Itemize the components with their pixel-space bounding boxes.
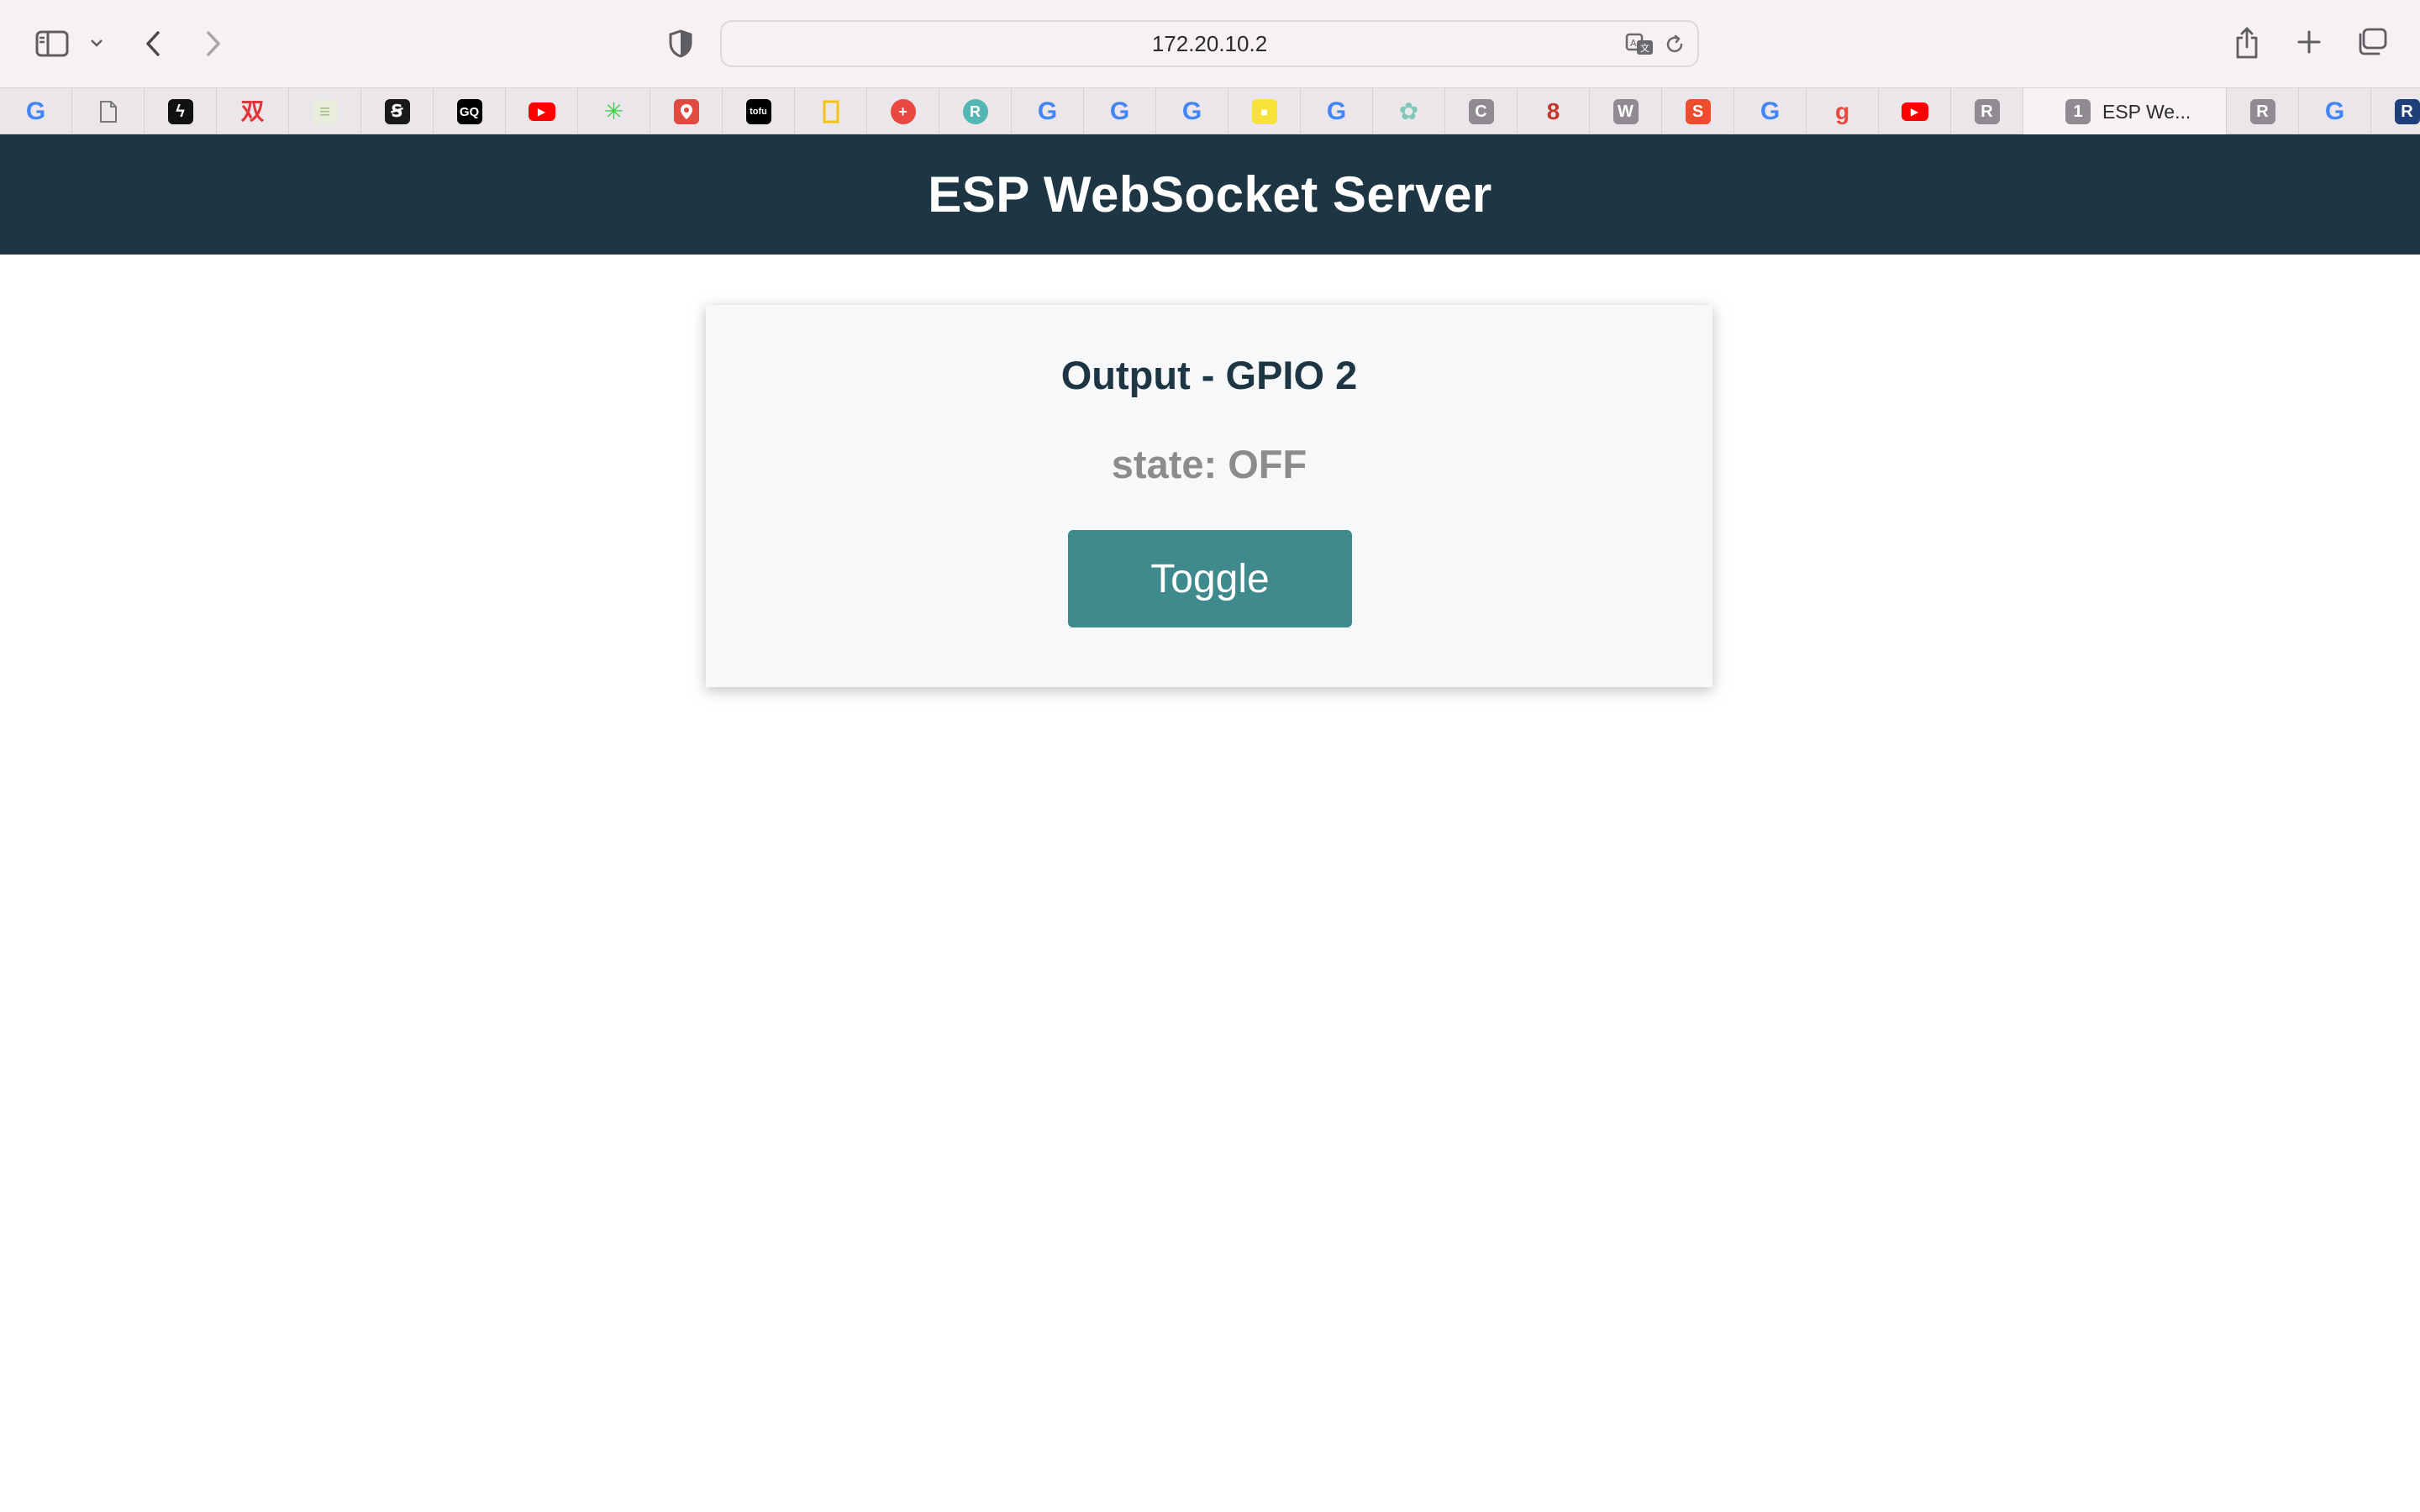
- spiral-logo-icon: Ꞩ: [384, 99, 410, 124]
- tab-google[interactable]: G: [1301, 88, 1373, 135]
- tab-bar: Gϟ 双 ≡ Ꞩ GQ ▶ ✳ tofu + R G G G ■ G ✿ C 8 W S Gg ▶ R 1 ESP We... R…: [0, 87, 2420, 135]
- news-page-icon: ≡: [312, 99, 338, 124]
- chevron-down-icon[interactable]: [86, 30, 108, 55]
- map-pin-icon: [673, 99, 699, 124]
- svg-text:文: 文: [1640, 42, 1649, 54]
- tab-gq[interactable]: GQ: [434, 88, 506, 135]
- g-script-icon: g: [1834, 98, 1850, 124]
- toggle-button[interactable]: Toggle: [1068, 530, 1352, 627]
- tab-double-happiness[interactable]: 双: [217, 88, 289, 135]
- tab-google[interactable]: G: [1084, 88, 1156, 135]
- share-icon[interactable]: [2230, 24, 2264, 62]
- document-icon: [96, 99, 121, 124]
- tab-r-letter[interactable]: R: [1951, 88, 2023, 135]
- gq-icon: GQ: [456, 99, 482, 124]
- tab-spiral-logo[interactable]: Ꞩ: [361, 88, 434, 135]
- url-text: 172.20.10.2: [1151, 30, 1268, 56]
- new-tab-icon[interactable]: [2292, 25, 2326, 59]
- tab-google[interactable]: G: [1734, 88, 1807, 135]
- tab-youtube[interactable]: ▶: [1879, 88, 1951, 135]
- tab-openai[interactable]: ✿: [1373, 88, 1445, 135]
- tab-w-letter[interactable]: W: [1590, 88, 1662, 135]
- forward-icon[interactable]: [198, 25, 229, 62]
- page-title: ESP WebSocket Server: [928, 166, 1492, 223]
- asterisk-icon: ✳: [603, 98, 624, 124]
- gpio-card: Output - GPIO 2 state: OFF Toggle: [706, 305, 1712, 687]
- google-icon: G: [2324, 97, 2345, 125]
- card-title: Output - GPIO 2: [1060, 353, 1358, 397]
- site-header: ESP WebSocket Server: [0, 134, 2420, 255]
- svg-text:A: A: [1630, 38, 1637, 49]
- double-happiness-icon: 双: [240, 98, 265, 124]
- back-icon[interactable]: [138, 25, 168, 62]
- w-letter-icon: W: [1612, 99, 1639, 124]
- browser-toolbar: 172.20.10.2 A文: [0, 0, 2420, 87]
- tab-g-script[interactable]: g: [1807, 88, 1879, 135]
- tab-news-page[interactable]: ≡: [289, 88, 361, 135]
- active-tab-title: ESP We...: [2102, 100, 2191, 123]
- tab-yellow-frame[interactable]: [795, 88, 867, 135]
- reload-icon[interactable]: [1662, 32, 1687, 57]
- tab-document[interactable]: [72, 88, 145, 135]
- tofu-icon: tofu: [745, 99, 771, 124]
- google-icon: G: [1326, 97, 1347, 125]
- yellow-frame-icon: [818, 99, 844, 124]
- tab-google[interactable]: G: [1012, 88, 1084, 135]
- address-bar[interactable]: 172.20.10.2 A文: [720, 20, 1699, 67]
- tab-r-letter[interactable]: R: [2227, 88, 2299, 135]
- tab-teal-circle[interactable]: R: [939, 88, 1012, 135]
- yellow-square-icon: ■: [1251, 99, 1277, 124]
- lightning-app-icon: ϟ: [167, 99, 193, 124]
- youtube-icon: ▶: [1901, 102, 1928, 121]
- google-icon: G: [1037, 97, 1058, 125]
- tab-red-dot[interactable]: 8: [1518, 88, 1590, 135]
- tab-google[interactable]: G: [0, 88, 72, 135]
- tab-map-pin[interactable]: [650, 88, 723, 135]
- tab-yellow-square[interactable]: ■: [1228, 88, 1301, 135]
- tab-r-navy[interactable]: R: [2371, 88, 2420, 135]
- r-navy-icon: R: [2394, 99, 2420, 124]
- state-value: OFF: [1228, 442, 1307, 486]
- shopping-bag-icon: S: [1685, 99, 1711, 124]
- tab-active-esp-websocket[interactable]: 1 ESP We...: [2023, 88, 2227, 135]
- r-letter-icon: R: [1974, 99, 2000, 124]
- privacy-shield-icon[interactable]: [664, 27, 697, 60]
- c-letter-icon: C: [1468, 99, 1494, 124]
- red-dot-icon: 8: [1546, 98, 1560, 124]
- plus-circle-icon: +: [890, 99, 916, 124]
- r-letter-icon: R: [2249, 99, 2275, 124]
- google-icon: G: [1109, 97, 1130, 125]
- tab-shopping-bag[interactable]: S: [1662, 88, 1734, 135]
- google-icon: G: [1181, 97, 1202, 125]
- google-icon: G: [1760, 97, 1781, 125]
- tab-google[interactable]: G: [1156, 88, 1228, 135]
- tab-lightning-app[interactable]: ϟ: [145, 88, 217, 135]
- tab-overview-icon[interactable]: [2353, 25, 2390, 59]
- state-line: state: OFF: [706, 441, 1712, 487]
- google-icon: G: [25, 97, 46, 125]
- tab-google[interactable]: G: [2299, 88, 2371, 135]
- youtube-icon: ▶: [528, 102, 555, 121]
- translate-icon[interactable]: A文: [1623, 30, 1657, 59]
- state-label: state:: [1111, 442, 1228, 486]
- teal-circle-icon: R: [962, 99, 988, 124]
- tab-c-letter[interactable]: C: [1445, 88, 1518, 135]
- openai-icon: ✿: [1398, 98, 1419, 124]
- tab-asterisk[interactable]: ✳: [578, 88, 650, 135]
- tab-youtube[interactable]: ▶: [506, 88, 578, 135]
- tab-number-badge: 1: [2065, 99, 2091, 124]
- sidebar-toggle-icon[interactable]: [32, 25, 72, 62]
- tab-tofu[interactable]: tofu: [723, 88, 795, 135]
- tab-plus-circle[interactable]: +: [867, 88, 939, 135]
